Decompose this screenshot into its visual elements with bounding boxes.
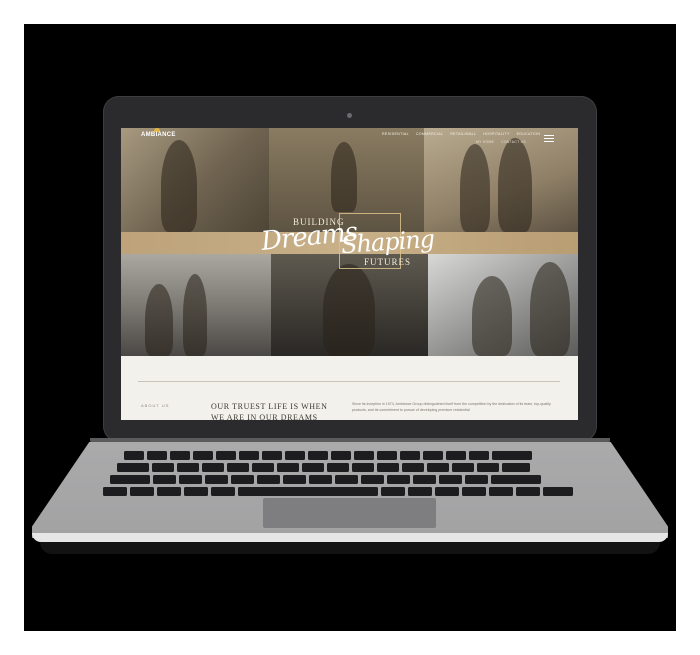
- sub-nav: MY HOME CONTACT US: [476, 140, 526, 144]
- trackpad[interactable]: [263, 498, 436, 528]
- section-divider: [138, 381, 560, 382]
- hero-photo-meeting: [428, 254, 578, 356]
- intro-body: Since its inception in 1974, Ambiance Gr…: [352, 402, 551, 412]
- nav-item-retail-mall[interactable]: RETAIL/MALL: [450, 132, 476, 136]
- main-nav: RESIDENTIAL COMMERCIAL RETAIL/MALL HOSPI…: [382, 132, 540, 136]
- section-label: ABOUT US: [141, 403, 170, 408]
- nav-item-hospitality[interactable]: HOSPITALITY: [483, 132, 509, 136]
- subnav-item-contact[interactable]: CONTACT US: [501, 140, 526, 144]
- nav-item-commercial[interactable]: COMMERCIAL: [416, 132, 443, 136]
- brand-logo[interactable]: AMBIANCE: [141, 132, 176, 138]
- hamburger-menu-icon[interactable]: [544, 135, 554, 142]
- hero-photo-graduate: [271, 254, 428, 356]
- laptop-front-edge: [32, 533, 668, 542]
- hero-photo-mother-and-child: [121, 254, 271, 356]
- subnav-item-my-home[interactable]: MY HOME: [476, 140, 494, 144]
- intro-headline: OUR TRUEST LIFE IS WHEN WE ARE IN OUR DR…: [211, 402, 328, 420]
- laptop-screen: BUILDING Dreams Shaping FUTURES AMBIANCE…: [121, 128, 578, 420]
- nav-item-residential[interactable]: RESIDENTIAL: [382, 132, 409, 136]
- webcam-icon: [347, 113, 352, 118]
- hero-line-bottom: FUTURES: [364, 257, 412, 267]
- hero-photo-woman-with-laundry: [121, 128, 269, 232]
- laptop-bottom: [40, 542, 660, 554]
- nav-item-education[interactable]: EDUCATION: [517, 132, 541, 136]
